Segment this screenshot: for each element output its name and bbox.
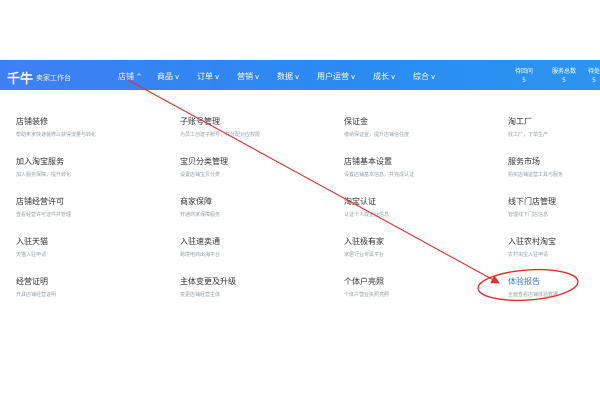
annotation-overlay <box>127 79 579 302</box>
annotation-arrow <box>127 79 500 284</box>
annotation-circle <box>477 268 579 302</box>
